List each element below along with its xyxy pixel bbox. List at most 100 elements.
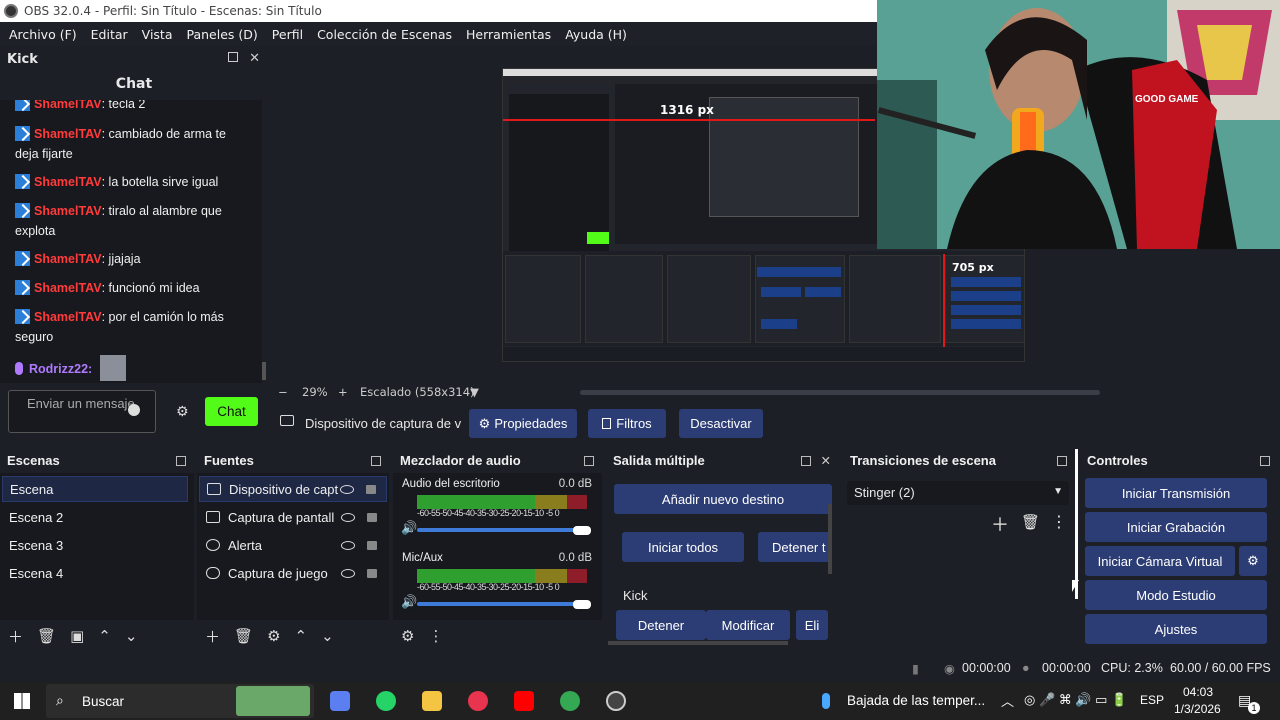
- windows-start-icon[interactable]: [14, 693, 30, 709]
- close-icon[interactable]: ✕: [821, 453, 831, 468]
- chat-scrollbar[interactable]: [262, 362, 266, 380]
- filter-icon[interactable]: ▣: [70, 627, 84, 645]
- speaker-icon[interactable]: 🔊: [401, 595, 417, 610]
- speaker-icon[interactable]: 🔊: [401, 521, 417, 536]
- trash-icon[interactable]: 🗑: [234, 627, 253, 645]
- start-stream-button[interactable]: Iniciar Transmisión: [1085, 478, 1267, 508]
- file-explorer-icon[interactable]: [422, 691, 442, 711]
- source-item[interactable]: Alerta: [199, 532, 387, 558]
- start-record-button[interactable]: Iniciar Grabación: [1085, 512, 1267, 542]
- eye-icon[interactable]: [340, 484, 354, 494]
- clock-time[interactable]: 04:03: [1183, 685, 1213, 699]
- controls-dock: Controles Iniciar Transmisión Iniciar Gr…: [1080, 449, 1280, 650]
- virtual-camera-button[interactable]: Iniciar Cámara Virtual: [1085, 546, 1235, 576]
- settings-button[interactable]: Ajustes: [1085, 614, 1267, 644]
- modify-destination-button[interactable]: Modificar: [706, 610, 790, 640]
- lock-icon[interactable]: [367, 540, 377, 550]
- chrome-icon[interactable]: [560, 691, 580, 711]
- more-icon[interactable]: ⋮: [1051, 512, 1067, 531]
- eye-icon[interactable]: [341, 568, 355, 578]
- lock-icon[interactable]: [367, 512, 377, 522]
- menu-archivo[interactable]: Archivo (F): [2, 27, 84, 42]
- source-item[interactable]: Captura de pantall: [199, 504, 387, 530]
- menu-ayuda[interactable]: Ayuda (H): [558, 27, 634, 42]
- float-icon[interactable]: [1260, 456, 1270, 466]
- deactivate-button[interactable]: Desactivar: [679, 409, 763, 438]
- delete-destination-button[interactable]: Eli: [796, 610, 828, 640]
- gear-icon[interactable]: ⚙: [267, 627, 280, 645]
- add-icon[interactable]: ＋: [8, 626, 23, 647]
- trash-icon[interactable]: 🗑: [1021, 513, 1040, 531]
- menu-herramientas[interactable]: Herramientas: [459, 27, 558, 42]
- scene-item[interactable]: Escena 4: [2, 560, 192, 586]
- volume-slider-knob[interactable]: [573, 600, 591, 609]
- chevron-up-icon[interactable]: ︿: [1001, 691, 1014, 710]
- clock-date[interactable]: 1/3/2026: [1174, 702, 1221, 716]
- tray-icons[interactable]: ◎ 🎤 ⌘ 🔊 ▭ 🔋: [1024, 692, 1127, 708]
- transition-select[interactable]: Stinger (2) ▼: [847, 481, 1069, 505]
- language-indicator[interactable]: ESP: [1140, 693, 1164, 707]
- scene-item[interactable]: Escena 2: [2, 504, 192, 530]
- source-item[interactable]: Dispositivo de capt: [199, 476, 387, 502]
- obs-taskbar-icon[interactable]: [606, 691, 626, 711]
- weather-text[interactable]: Bajada de las temper...: [847, 693, 985, 708]
- stop-destination-button[interactable]: Detener: [616, 610, 706, 640]
- stop-all-button[interactable]: Detener t: [758, 532, 830, 562]
- volume-slider[interactable]: [417, 528, 585, 532]
- vertical-scrollbar[interactable]: [828, 504, 832, 574]
- eye-icon[interactable]: [341, 540, 355, 550]
- close-icon[interactable]: ✕: [249, 51, 260, 66]
- preview-horizontal-scrollbar[interactable]: [580, 390, 1100, 395]
- move-down-icon[interactable]: ⌄: [125, 627, 138, 645]
- menu-coleccion[interactable]: Colección de Escenas: [310, 27, 459, 42]
- volume-slider[interactable]: [417, 602, 585, 606]
- menu-editar[interactable]: Editar: [84, 27, 135, 42]
- filters-button[interactable]: Filtros: [588, 409, 666, 438]
- chat-message-list[interactable]: ShamelTAV: tecla 2 ShamelTAV: cambiado d…: [0, 100, 262, 383]
- copilot-icon[interactable]: [330, 691, 350, 711]
- lock-icon[interactable]: [367, 568, 377, 578]
- taskbar-search-box[interactable]: ⌕ Buscar: [46, 684, 314, 718]
- add-icon[interactable]: ＋: [205, 626, 220, 647]
- menu-perfil[interactable]: Perfil: [265, 27, 310, 42]
- zoom-in-button[interactable]: +: [338, 385, 348, 399]
- dock-splitter[interactable]: [1075, 449, 1078, 599]
- horizontal-scrollbar[interactable]: [608, 641, 788, 645]
- scene-item[interactable]: Escena: [2, 476, 188, 502]
- gamepad-icon: [206, 567, 220, 579]
- menu-vista[interactable]: Vista: [135, 27, 180, 42]
- float-icon[interactable]: [801, 456, 811, 466]
- obs-logo-icon: [4, 4, 18, 18]
- move-down-icon[interactable]: ⌄: [321, 627, 334, 645]
- settings-icon[interactable]: ⚙: [401, 627, 414, 645]
- float-icon[interactable]: [228, 52, 238, 62]
- whatsapp-icon[interactable]: [376, 691, 396, 711]
- float-icon[interactable]: [371, 456, 381, 466]
- properties-button[interactable]: ⚙ Propiedades: [469, 409, 577, 438]
- source-item[interactable]: Captura de juego: [199, 560, 387, 586]
- move-up-icon[interactable]: ⌃: [295, 627, 308, 645]
- start-all-button[interactable]: Iniciar todos: [622, 532, 744, 562]
- volume-slider-knob[interactable]: [573, 526, 591, 535]
- virtual-camera-settings-button[interactable]: ⚙: [1239, 546, 1267, 576]
- add-destination-button[interactable]: Añadir nuevo destino: [614, 484, 832, 514]
- eye-icon[interactable]: [341, 512, 355, 522]
- trash-icon[interactable]: 🗑: [37, 627, 56, 645]
- media-player-icon[interactable]: [468, 691, 488, 711]
- youtube-icon[interactable]: [514, 691, 534, 711]
- chat-send-button[interactable]: Chat: [205, 397, 258, 426]
- gear-icon[interactable]: ⚙: [176, 404, 189, 420]
- menu-paneles[interactable]: Paneles (D): [180, 27, 265, 42]
- emoji-icon[interactable]: [128, 404, 140, 416]
- float-icon[interactable]: [1057, 456, 1067, 466]
- float-icon[interactable]: [584, 456, 594, 466]
- move-up-icon[interactable]: ⌃: [98, 627, 111, 645]
- scene-item[interactable]: Escena 3: [2, 532, 192, 558]
- more-icon[interactable]: ⋮: [428, 627, 443, 645]
- chevron-down-icon[interactable]: ▼: [470, 385, 479, 399]
- lock-icon[interactable]: [366, 484, 376, 494]
- zoom-out-button[interactable]: −: [278, 385, 288, 399]
- studio-mode-button[interactable]: Modo Estudio: [1085, 580, 1267, 610]
- float-icon[interactable]: [176, 456, 186, 466]
- add-icon[interactable]: ＋: [991, 511, 1009, 537]
